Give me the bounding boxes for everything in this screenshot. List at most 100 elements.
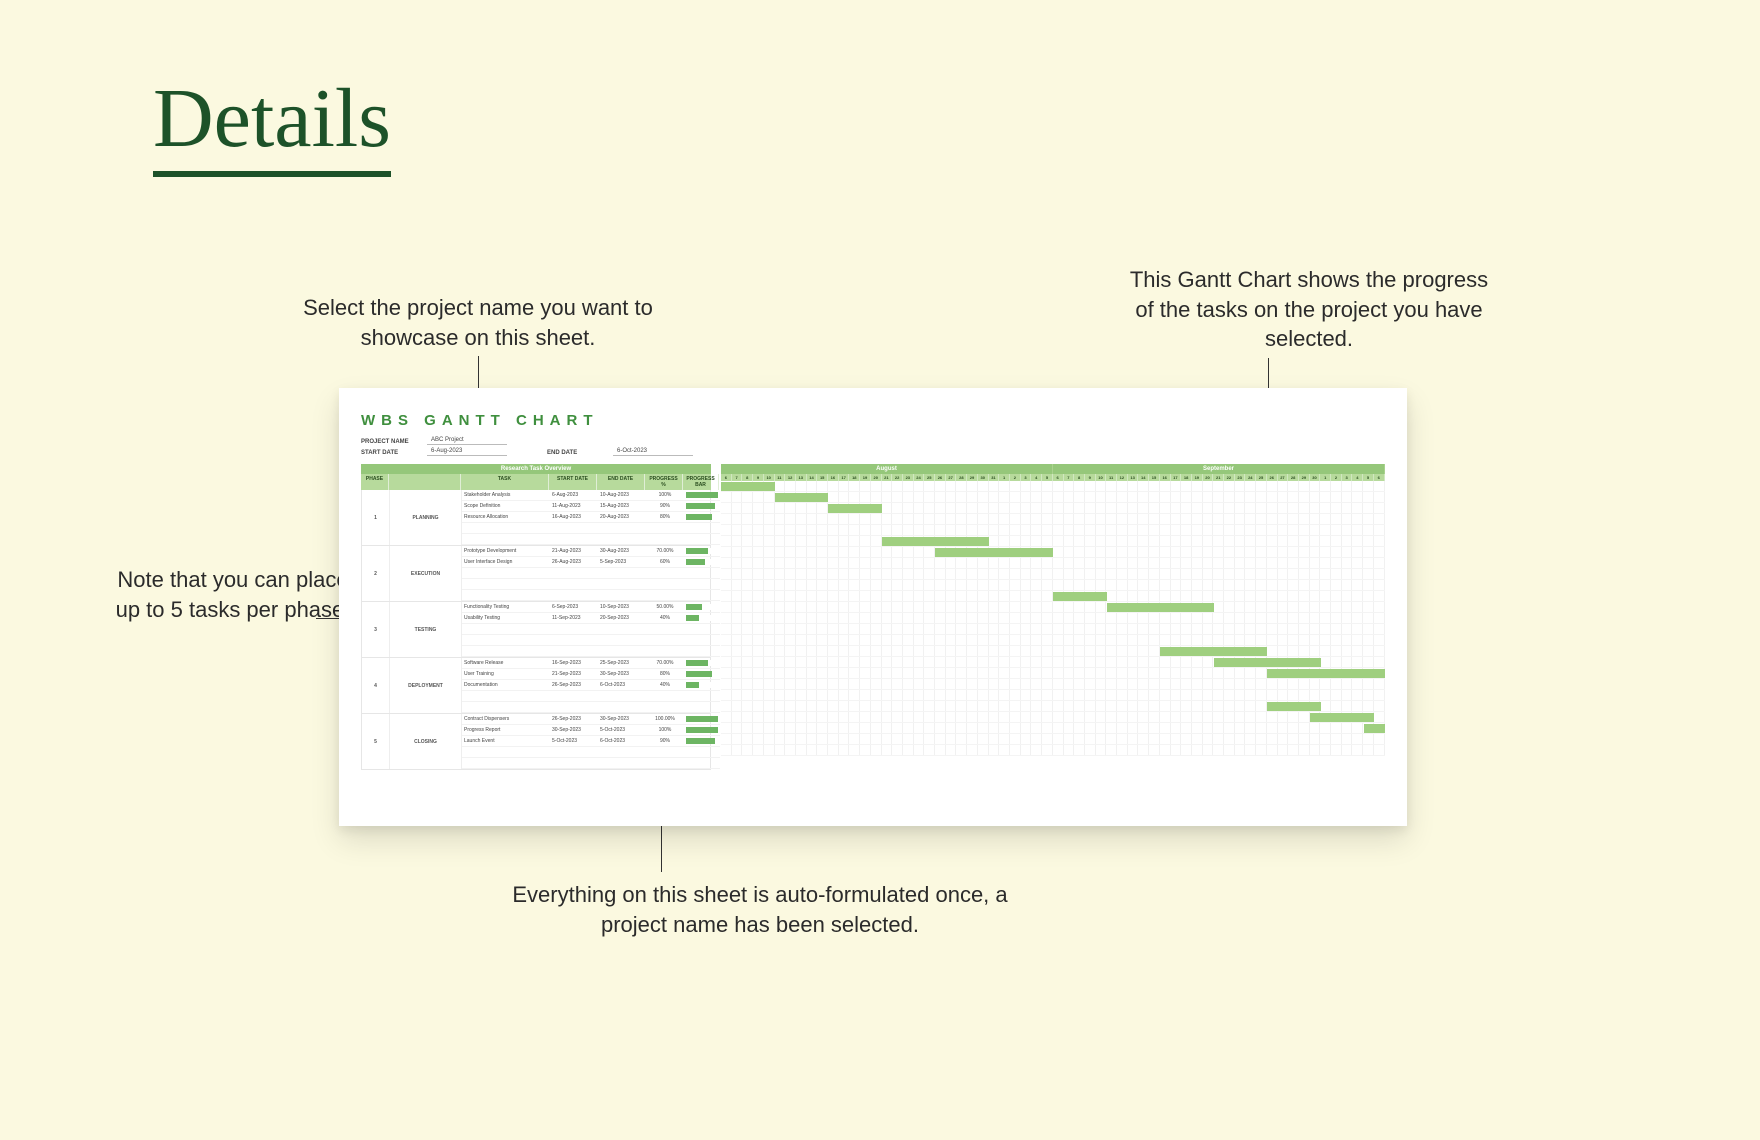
task-name: Software Release (462, 660, 550, 666)
phase-block: 2EXECUTIONPrototype Development 21-Aug-2… (361, 546, 711, 602)
phase-number: 4 (362, 658, 390, 713)
day-header: 13 (796, 474, 807, 481)
table-row: Software Release 16-Sep-2023 25-Sep-2023… (462, 658, 720, 669)
day-header: 23 (903, 474, 914, 481)
progress-bar (684, 503, 720, 509)
phase-number: 5 (362, 714, 390, 769)
task-progress: 50.00% (646, 604, 684, 610)
task-end: 25-Sep-2023 (598, 660, 646, 666)
day-header: 14 (1138, 474, 1149, 481)
project-name-value[interactable]: ABC Project (427, 437, 507, 445)
progress-bar (684, 615, 720, 621)
task-progress: 100.00% (646, 716, 684, 722)
task-progress: 60% (646, 559, 684, 565)
annotation-project-name: Select the project name you want to show… (288, 293, 668, 352)
progress-bar (684, 548, 720, 554)
start-date-label: START DATE (361, 450, 421, 456)
table-row: Resource Allocation 16-Aug-2023 20-Aug-2… (462, 512, 720, 523)
chart-title: WBS GANTT CHART (361, 412, 1385, 429)
empty-row (462, 635, 720, 646)
task-start: 5-Oct-2023 (550, 738, 598, 744)
day-header: 21 (882, 474, 893, 481)
table-row: Launch Event 5-Oct-2023 6-Oct-2023 90% (462, 736, 720, 747)
day-header: 17 (1171, 474, 1182, 481)
task-start: 26-Sep-2023 (550, 682, 598, 688)
day-header: 28 (956, 474, 967, 481)
phase-block: 3TESTINGFunctionality Testing 6-Sep-2023… (361, 602, 711, 658)
day-header: 5 (1363, 474, 1374, 481)
day-header: 10 (1096, 474, 1107, 481)
phase-number: 2 (362, 546, 390, 601)
table-row: Contract Dispensers 26-Sep-2023 30-Sep-2… (462, 714, 720, 725)
gantt-bar (1053, 592, 1107, 601)
empty-row (462, 568, 720, 579)
day-header: 1 (999, 474, 1010, 481)
task-table: Research Task Overview PHASETASKSTART DA… (361, 464, 711, 770)
phase-name: PLANNING (390, 490, 462, 545)
project-name-label: PROJECT NAME (361, 439, 421, 445)
gantt-row (721, 481, 1385, 492)
day-header: 20 (1203, 474, 1214, 481)
gantt-bar (1214, 658, 1321, 667)
gantt-row (721, 503, 1385, 514)
gantt-row (721, 646, 1385, 657)
day-header: 23 (1235, 474, 1246, 481)
table-row: Functionality Testing 6-Sep-2023 10-Sep-… (462, 602, 720, 613)
empty-row (462, 624, 720, 635)
day-header: 9 (1085, 474, 1096, 481)
empty-row (462, 590, 720, 601)
table-row: Prototype Development 21-Aug-2023 30-Aug… (462, 546, 720, 557)
day-header: 2 (1331, 474, 1342, 481)
gantt-row (721, 536, 1385, 547)
task-start: 11-Sep-2023 (550, 615, 598, 621)
column-header: PROGRESS % (645, 474, 683, 490)
task-start: 21-Sep-2023 (550, 671, 598, 677)
column-header (389, 474, 461, 490)
task-name: Contract Dispensers (462, 716, 550, 722)
task-start: 26-Sep-2023 (550, 716, 598, 722)
task-name: Usability Testing (462, 615, 550, 621)
task-name: Resource Allocation (462, 514, 550, 520)
column-header: START DATE (549, 474, 597, 490)
day-header: 21 (1213, 474, 1224, 481)
progress-bar (684, 716, 720, 722)
day-header: 6 (1053, 474, 1064, 481)
gantt-bar (775, 493, 829, 502)
task-progress: 90% (646, 738, 684, 744)
task-end: 5-Sep-2023 (598, 559, 646, 565)
annotation-tasks-per-phase: Note that you can place up to 5 tasks pe… (108, 565, 358, 624)
empty-row (462, 747, 720, 758)
task-progress: 40% (646, 682, 684, 688)
progress-bar (684, 559, 720, 565)
column-header: PHASE (361, 474, 389, 490)
empty-row (462, 523, 720, 534)
day-header: 27 (946, 474, 957, 481)
phase-number: 1 (362, 490, 390, 545)
day-header: 7 (732, 474, 743, 481)
task-progress: 70.00% (646, 660, 684, 666)
phase-number: 3 (362, 602, 390, 657)
progress-bar (684, 671, 720, 677)
progress-bar (684, 514, 720, 520)
task-name: Progress Report (462, 727, 550, 733)
progress-bar (684, 660, 720, 666)
task-name: Documentation (462, 682, 550, 688)
gantt-bar (1267, 702, 1321, 711)
empty-row (462, 702, 720, 713)
gantt-body (721, 481, 1385, 756)
day-header: 2 (1010, 474, 1021, 481)
task-progress: 80% (646, 671, 684, 677)
task-start: 30-Sep-2023 (550, 727, 598, 733)
progress-bar (684, 738, 720, 744)
task-end: 20-Aug-2023 (598, 514, 646, 520)
day-header: 16 (828, 474, 839, 481)
task-name: Scope Definition (462, 503, 550, 509)
gantt-row (721, 602, 1385, 613)
task-name: User Interface Design (462, 559, 550, 565)
gantt-spacer (721, 624, 1385, 635)
day-header: 7 (1064, 474, 1075, 481)
day-header: 11 (1106, 474, 1117, 481)
gantt-spacer (721, 514, 1385, 525)
table-row: Documentation 26-Sep-2023 6-Oct-2023 40% (462, 680, 720, 691)
day-header: 16 (1160, 474, 1171, 481)
